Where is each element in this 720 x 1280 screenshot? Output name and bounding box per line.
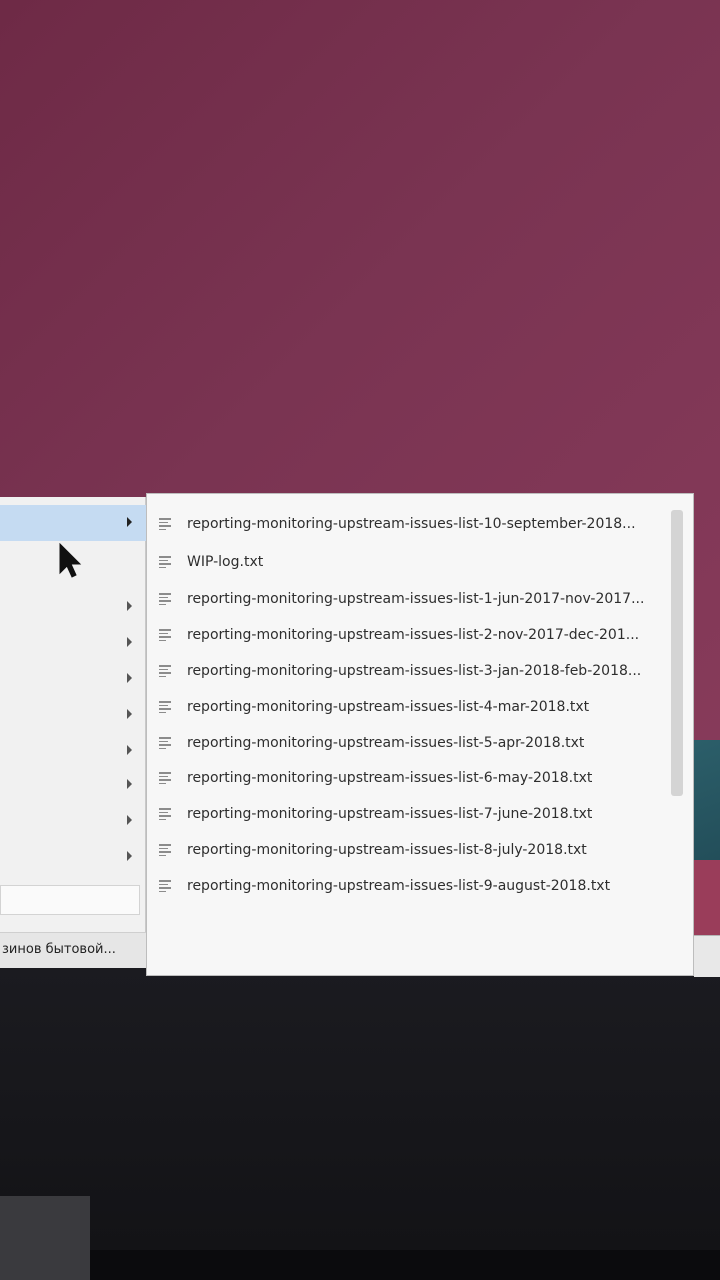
submenu-arrow-icon <box>127 745 132 755</box>
menu-category-row[interactable] <box>0 733 146 769</box>
bezel-corner <box>0 1196 90 1280</box>
file-name: reporting-monitoring-upstream-issues-lis… <box>187 806 593 822</box>
text-file-icon <box>159 517 171 531</box>
text-file-icon <box>159 592 171 606</box>
scrollbar-thumb[interactable] <box>671 510 683 796</box>
file-name: reporting-monitoring-upstream-issues-lis… <box>187 699 590 715</box>
recent-file-item[interactable]: reporting-monitoring-upstream-issues-lis… <box>147 761 667 795</box>
recent-file-item[interactable]: reporting-monitoring-upstream-issues-lis… <box>147 618 667 652</box>
menu-category-row[interactable] <box>0 839 146 875</box>
recent-file-item[interactable]: reporting-monitoring-upstream-issues-lis… <box>147 726 667 760</box>
screen: зинов бытовой... reporting-monitoring-up… <box>0 0 720 1280</box>
submenu-scrollbar[interactable] <box>671 508 683 968</box>
text-file-icon <box>159 555 171 569</box>
submenu-arrow-icon <box>127 637 132 647</box>
menu-category-row[interactable] <box>0 661 146 697</box>
menu-category-row[interactable] <box>0 589 146 625</box>
submenu-arrow-icon <box>127 709 132 719</box>
text-file-icon <box>159 664 171 678</box>
file-name: reporting-monitoring-upstream-issues-lis… <box>187 516 636 532</box>
menu-category-row[interactable] <box>0 505 146 541</box>
menu-category-row[interactable] <box>0 697 146 733</box>
recent-file-item[interactable]: reporting-monitoring-upstream-issues-lis… <box>147 869 667 903</box>
text-file-icon <box>159 807 171 821</box>
file-name: reporting-monitoring-upstream-issues-lis… <box>187 770 593 786</box>
submenu-arrow-icon <box>127 601 132 611</box>
recent-file-item[interactable]: WIP-log.txt <box>147 545 667 579</box>
recent-file-item[interactable]: reporting-monitoring-upstream-issues-lis… <box>147 690 667 724</box>
text-file-icon <box>159 771 171 785</box>
wallpaper-stripe <box>690 860 720 940</box>
file-name: reporting-monitoring-upstream-issues-lis… <box>187 878 611 894</box>
background-window-edge <box>694 935 720 977</box>
menu-category-row[interactable] <box>0 625 146 661</box>
file-name: reporting-monitoring-upstream-issues-lis… <box>187 663 642 679</box>
text-file-icon <box>159 700 171 714</box>
file-name: reporting-monitoring-upstream-issues-lis… <box>187 591 645 607</box>
file-name: reporting-monitoring-upstream-issues-lis… <box>187 735 585 751</box>
menu-search-input[interactable] <box>0 885 140 915</box>
recent-file-item[interactable]: reporting-monitoring-upstream-issues-lis… <box>147 654 667 688</box>
submenu-arrow-icon <box>127 673 132 683</box>
text-file-icon <box>159 736 171 750</box>
bezel-band <box>90 1250 720 1280</box>
submenu-arrow-icon <box>127 779 132 789</box>
file-name: WIP-log.txt <box>187 554 264 570</box>
file-name: reporting-monitoring-upstream-issues-lis… <box>187 842 587 858</box>
monitor-bezel <box>0 968 720 1280</box>
menu-category-row[interactable] <box>0 803 146 839</box>
menu-category-row[interactable] <box>0 767 146 803</box>
recent-files-submenu: reporting-monitoring-upstream-issues-lis… <box>146 493 694 976</box>
recent-file-item[interactable]: reporting-monitoring-upstream-issues-lis… <box>147 833 667 867</box>
recent-file-item[interactable]: reporting-monitoring-upstream-issues-lis… <box>147 582 667 616</box>
text-file-icon <box>159 879 171 893</box>
submenu-arrow-icon <box>127 517 132 527</box>
text-file-icon <box>159 628 171 642</box>
taskbar-window-button[interactable]: зинов бытовой... <box>0 932 146 968</box>
text-file-icon <box>159 843 171 857</box>
recent-file-item[interactable]: reporting-monitoring-upstream-issues-lis… <box>147 797 667 831</box>
submenu-arrow-icon <box>127 815 132 825</box>
mouse-pointer-icon <box>59 543 82 578</box>
recent-file-item[interactable]: reporting-monitoring-upstream-issues-lis… <box>147 507 667 541</box>
submenu-arrow-icon <box>127 851 132 861</box>
file-name: reporting-monitoring-upstream-issues-lis… <box>187 627 640 643</box>
